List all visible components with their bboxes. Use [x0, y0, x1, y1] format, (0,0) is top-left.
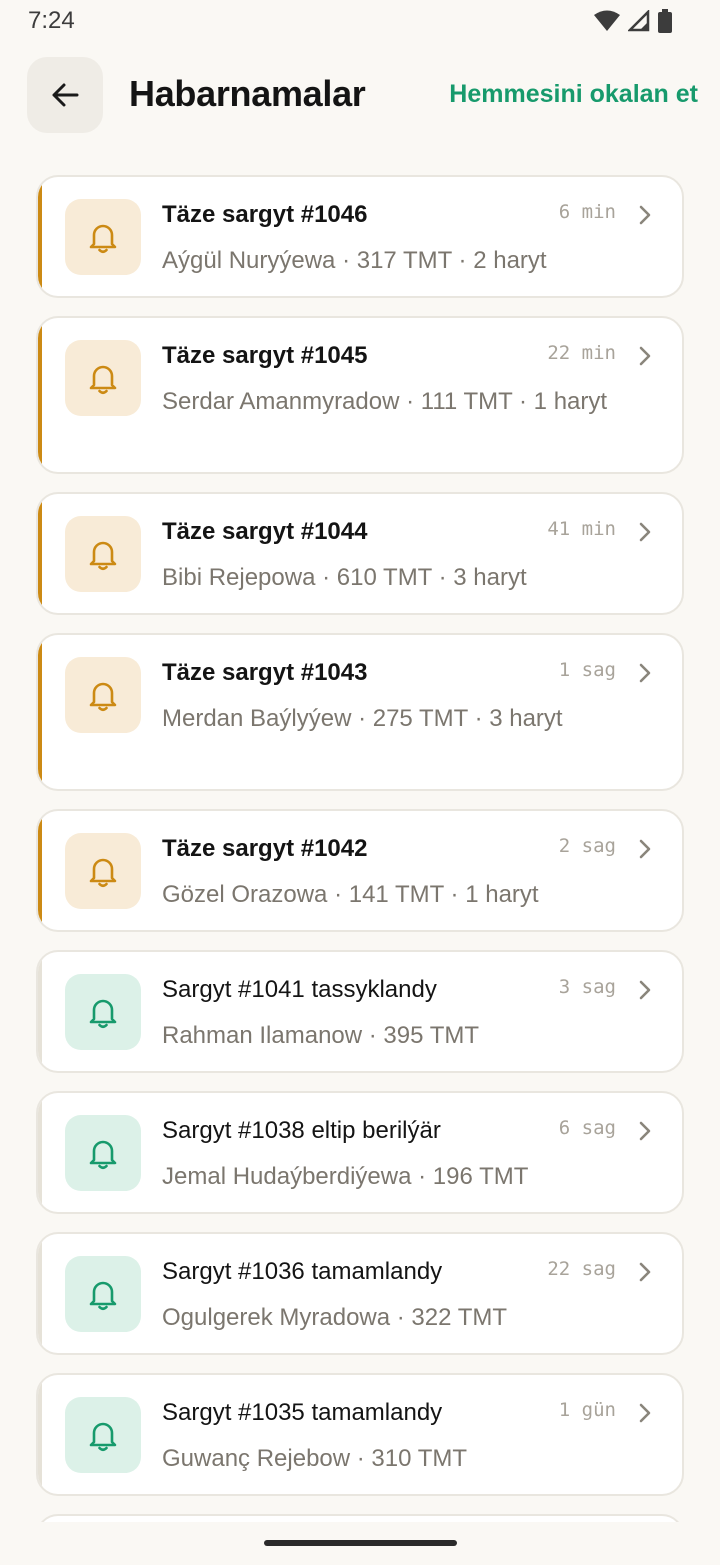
bell-icon	[89, 541, 117, 571]
notification-card[interactable]: Täze sargyt #1044 41 min Bibi Rejepowa · 6…	[36, 492, 684, 615]
notification-title: Täze sargyt #1042	[162, 835, 368, 862]
notification-subtitle: Guwanç Rejebow · 310 TMT	[162, 1445, 468, 1472]
notification-title: Sargyt #1038 eltip berilýär	[162, 1117, 441, 1144]
notification-title: Täze sargyt #1045	[162, 342, 368, 369]
notification-card[interactable]: Sargyt #1038 eltip berilýär 6 sag Jemal Hu…	[36, 1091, 684, 1214]
notification-card[interactable]: Sargyt #1035 tamamlandy 1 gün Guwanç Rejeb…	[36, 1373, 684, 1496]
arrow-left-icon	[52, 83, 79, 107]
chevron-right-icon	[639, 1403, 651, 1423]
notification-time: 1 gün	[558, 1399, 616, 1421]
mark-all-read-button[interactable]: Hemmesini okalan et	[449, 80, 698, 109]
notification-time: 3 sag	[558, 976, 616, 998]
bell-icon	[89, 224, 117, 254]
notification-icon-box	[65, 199, 141, 275]
wifi-icon	[594, 10, 620, 31]
signal-icon	[628, 10, 650, 32]
notification-card[interactable]: Täze sargyt #1046 6 min Aýgül Nuryýewa · 3…	[36, 175, 684, 298]
notification-card[interactable]: Täze sargyt #1042 2 sag Gözel Orazowa · 14…	[36, 809, 684, 932]
notification-icon-box	[65, 516, 141, 592]
notification-subtitle: Gözel Orazowa · 141 TMT · 1 haryt	[162, 881, 539, 908]
notification-subtitle: Bibi Rejepowa · 610 TMT · 3 haryt	[162, 564, 527, 591]
notification-time: 6 sag	[558, 1117, 616, 1139]
notification-time: 22 sag	[547, 1258, 616, 1280]
notification-icon-box	[65, 833, 141, 909]
notification-subtitle: Rahman Ilamanow · 395 TMT	[162, 1022, 480, 1049]
chevron-right-icon	[639, 1121, 651, 1141]
notification-subtitle: Serdar Amanmyradow · 111 TMT · 1 haryt	[162, 388, 608, 415]
app-header: Habarnamalar Hemmesini okalan et	[0, 56, 720, 134]
notification-icon-box	[65, 1397, 141, 1473]
bell-icon	[89, 1140, 117, 1170]
bell-icon	[89, 858, 117, 888]
page-title: Habarnamalar	[129, 73, 366, 114]
notification-title: Sargyt #1036 tamamlandy	[162, 1258, 443, 1285]
notification-subtitle: Merdan Baýlyýew · 275 TMT · 3 haryt	[162, 705, 563, 732]
notification-list: Täze sargyt #1046 6 min Aýgül Nuryýewa · 3…	[36, 175, 684, 1522]
home-indicator[interactable]	[264, 1540, 457, 1546]
notification-card[interactable]: Sargyt #1041 tassyklandy 3 sag Rahman Ilam…	[36, 950, 684, 1073]
chevron-right-icon	[639, 663, 651, 683]
notification-card[interactable]: Sargyt #1036 tamamlandy 22 sag Ogulgerek M…	[36, 1232, 684, 1355]
notification-card[interactable]: Täze sargyt #1043 1 sag Merdan Baýlyýew · …	[36, 633, 684, 791]
notification-icon-box	[65, 974, 141, 1050]
bell-icon	[89, 1281, 117, 1311]
notification-title: Täze sargyt #1044	[162, 518, 368, 545]
notification-icon-box	[65, 1115, 141, 1191]
chevron-right-icon	[639, 839, 651, 859]
notification-time: 2 sag	[558, 835, 616, 857]
notification-icon-box	[65, 340, 141, 416]
notification-time: 22 min	[547, 342, 616, 364]
status-time: 7:24	[28, 7, 75, 34]
back-button[interactable]	[27, 57, 103, 133]
bell-icon	[89, 682, 117, 712]
notification-title: Täze sargyt #1043	[162, 659, 368, 686]
status-icons	[594, 9, 672, 33]
status-bar: 7:24	[0, 0, 720, 44]
notification-subtitle: Ogulgerek Myradowa · 322 TMT	[162, 1304, 508, 1331]
notification-icon-box	[65, 1256, 141, 1332]
bell-icon	[89, 1422, 117, 1452]
chevron-right-icon	[639, 205, 651, 225]
notification-time: 1 sag	[558, 659, 616, 681]
notification-time: 41 min	[547, 518, 616, 540]
chevron-right-icon	[639, 980, 651, 1000]
bell-icon	[89, 999, 117, 1029]
chevron-right-icon	[639, 522, 651, 542]
notification-title: Sargyt #1041 tassyklandy	[162, 976, 437, 1003]
notification-time: 6 min	[558, 201, 616, 223]
notification-icon-box	[65, 657, 141, 733]
notification-subtitle: Aýgül Nuryýewa · 317 TMT · 2 haryt	[162, 247, 547, 274]
chevron-right-icon	[639, 346, 651, 366]
notification-title: Täze sargyt #1046	[162, 201, 368, 228]
bell-icon	[89, 365, 117, 395]
chevron-right-icon	[639, 1262, 651, 1282]
notification-subtitle: Jemal Hudaýberdiýewa · 196 TMT	[162, 1163, 529, 1190]
notification-title: Sargyt #1035 tamamlandy	[162, 1399, 443, 1426]
battery-icon	[658, 9, 672, 33]
notification-card[interactable]: Täze sargyt #1045 22 min Serdar Amanmyrado…	[36, 316, 684, 474]
notification-card[interactable]: Sargyt #1034 ýatyryldy2 gün	[36, 1514, 684, 1522]
